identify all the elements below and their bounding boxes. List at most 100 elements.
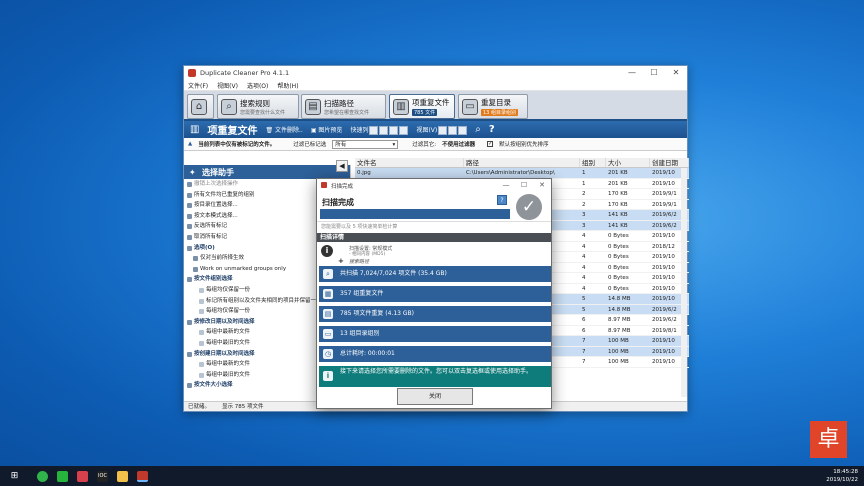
- dialog-window-title: 扫描完成: [331, 183, 354, 190]
- file-explorer-icon[interactable]: [117, 470, 128, 482]
- helper-title: 选择助手: [202, 167, 234, 177]
- close-button[interactable]: 关闭: [397, 388, 473, 405]
- tab-search-rules[interactable]: ⌕ 搜索规则 您需要查找什么文件: [217, 94, 299, 119]
- tab-label: 搜索规则: [240, 98, 270, 108]
- menu-help[interactable]: 帮助(H): [277, 81, 298, 90]
- cell-size: 201 KB: [608, 180, 628, 187]
- cell-group: 2: [582, 201, 586, 208]
- windows-start-icon[interactable]: ⊞: [9, 471, 20, 482]
- cell-group: 4: [582, 243, 586, 250]
- minimize-button[interactable]: —: [621, 66, 643, 80]
- maximize-button[interactable]: ☐: [643, 66, 665, 80]
- col-doc-icon[interactable]: [389, 125, 399, 135]
- delete-files-button[interactable]: 🗑 文件删除..: [265, 125, 302, 134]
- col-created[interactable]: 创建日期: [650, 158, 689, 167]
- expand-plus-icon[interactable]: +: [338, 257, 344, 265]
- help-icon[interactable]: ?: [489, 124, 495, 135]
- tab-label: 扫描路径: [324, 98, 354, 108]
- menu-file[interactable]: 文件(F): [188, 81, 208, 90]
- ioc-icon[interactable]: IOC: [97, 470, 108, 482]
- table-row[interactable]: 0.jpg C:\Users\Administrator\Desktop\ 1 201…: [355, 168, 689, 179]
- next-step-text: 接下来请选择您所需要删除的文件。您可以双击复选框或使用选择助手。: [340, 368, 533, 375]
- scan-result-row: ▦ 357 组重复文件: [319, 286, 551, 302]
- quick-columns: 快速列: [350, 125, 409, 135]
- col-size[interactable]: 大小: [606, 158, 650, 167]
- col-group[interactable]: 组别: [580, 158, 606, 167]
- dialog-minimize-button[interactable]: —: [497, 179, 515, 192]
- menu-view[interactable]: 视图(V): [217, 81, 238, 90]
- search-icon[interactable]: ⌕: [475, 124, 481, 135]
- scan-result-row: ⌕ 共扫描 7,024/7,024 项文件 (35.4 GB): [319, 266, 551, 282]
- cell-size: 8.97 MB: [608, 317, 631, 323]
- main-tabs: ⌂ ⌕ 搜索规则 您需要查找什么文件 ▤ 扫描路径 您希望在哪查找文件 ▥ 项重复文…: [184, 91, 687, 121]
- dialog-maximize-button[interactable]: ☐: [515, 179, 533, 192]
- filter-marked-select[interactable]: 所有 ▾: [332, 139, 399, 149]
- scan-result-text: 357 组重复文件: [340, 290, 384, 297]
- app-red-icon[interactable]: [77, 470, 88, 482]
- system-clock[interactable]: 18:45:28 2019/10/22: [826, 468, 858, 484]
- dialog-heading: 扫描完成: [322, 198, 354, 207]
- cell-group: 1: [582, 180, 586, 187]
- duplicate-cleaner-taskbar-icon[interactable]: [137, 470, 148, 482]
- scan-complete-dialog: 扫描完成 — ☐ ✕ 扫描完成 ? ✓ 您能需要以及 5 项快速简单检计算 扫描…: [316, 178, 552, 409]
- app-icon: [188, 69, 196, 77]
- col-view-icon[interactable]: [369, 125, 379, 135]
- wechat-icon[interactable]: [57, 470, 68, 482]
- scan-result-text: 总计耗时: 00:00:01: [340, 350, 395, 357]
- view-tile-icon[interactable]: [458, 125, 468, 135]
- cell-group: 4: [582, 254, 586, 260]
- home-icon: ⌂: [191, 98, 207, 115]
- check-icon: ✓: [516, 194, 542, 220]
- col-filename[interactable]: 文件名: [355, 158, 464, 167]
- filter-other-value[interactable]: 不使用过滤器: [442, 140, 475, 148]
- cell-group: 5: [582, 306, 586, 313]
- cell-size: 0 Bytes: [608, 285, 629, 292]
- tab-home[interactable]: ⌂: [187, 94, 214, 119]
- chevron-down-icon: ▾: [392, 141, 396, 148]
- dialog-close-x-button[interactable]: ✕: [533, 179, 551, 192]
- scan-method-line: - 相同内容 (MD5): [349, 252, 386, 257]
- cell-group: 2: [582, 191, 586, 197]
- search-path-link[interactable]: 搜索路径: [349, 258, 369, 265]
- cell-filename: 0.jpg: [357, 170, 371, 176]
- view-list-icon[interactable]: [448, 125, 458, 135]
- results-toolbar: ▥ 项重复文件 🗑 文件删除.. ▣ 图片预览 快速列 视图(V) ⌕ ?: [184, 121, 687, 138]
- delete-label: 文件删除..: [275, 127, 303, 134]
- view-label: 视图(V): [416, 126, 438, 134]
- col-path[interactable]: 路径: [464, 158, 580, 167]
- cell-group: 7: [582, 338, 586, 344]
- default-sort-label: 默认按组别优先排序: [499, 142, 549, 148]
- tab-subtitle: 您希望在哪查找文件: [324, 109, 370, 116]
- grid-scrollbar[interactable]: [681, 168, 687, 397]
- dialog-help-icon[interactable]: ?: [497, 195, 507, 205]
- cell-size: 141 KB: [608, 212, 628, 218]
- taskbar: ⊞ IOC 18:45:28 2019/10/22: [0, 466, 864, 486]
- clock-icon: ◷: [323, 349, 333, 359]
- browser-icon[interactable]: [37, 470, 48, 482]
- status-count: 显示 785 项文件: [222, 404, 264, 410]
- tab-duplicate-folders[interactable]: ▭ 重复目录 13 组目录组别: [458, 94, 528, 119]
- tab-duplicate-files[interactable]: ▥ 项重复文件 785 文件: [389, 94, 455, 119]
- default-sort-checkbox[interactable]: ✓: [487, 141, 494, 147]
- col-image-icon[interactable]: [379, 125, 389, 135]
- tab-scan-paths[interactable]: ▤ 扫描路径 您希望在哪查找文件: [301, 94, 386, 119]
- view-detail-icon[interactable]: [438, 125, 448, 135]
- menu-options[interactable]: 选项(O): [247, 81, 268, 90]
- close-window-button[interactable]: ✕: [665, 66, 687, 80]
- group-icon: ▦: [323, 289, 333, 299]
- info-icon: ▲: [188, 141, 193, 147]
- filter-marked-value: 所有: [335, 141, 347, 148]
- cell-group: 1: [582, 170, 586, 176]
- duplicate-files-icon: ▥: [393, 98, 409, 115]
- cell-size: 100 MB: [608, 359, 629, 365]
- cell-size: 0 Bytes: [608, 233, 629, 239]
- image-icon: ▣: [310, 127, 317, 134]
- cell-size: 170 KB: [608, 191, 628, 197]
- filter-note: 当前列表中仅有被标记的文件。: [198, 142, 276, 148]
- scan-settings-info: i 扫描设置: 常规模式 - 相同内容 (MD5) + 搜索路径: [317, 242, 551, 266]
- view-menu[interactable]: 视图(V): [416, 125, 468, 135]
- col-music-icon[interactable]: [399, 125, 409, 135]
- collapse-pane-button[interactable]: ◀: [336, 160, 348, 172]
- image-preview-button[interactable]: ▣ 图片预览: [311, 125, 343, 134]
- scan-result-row: ▭ 13 组目录组别: [319, 326, 551, 342]
